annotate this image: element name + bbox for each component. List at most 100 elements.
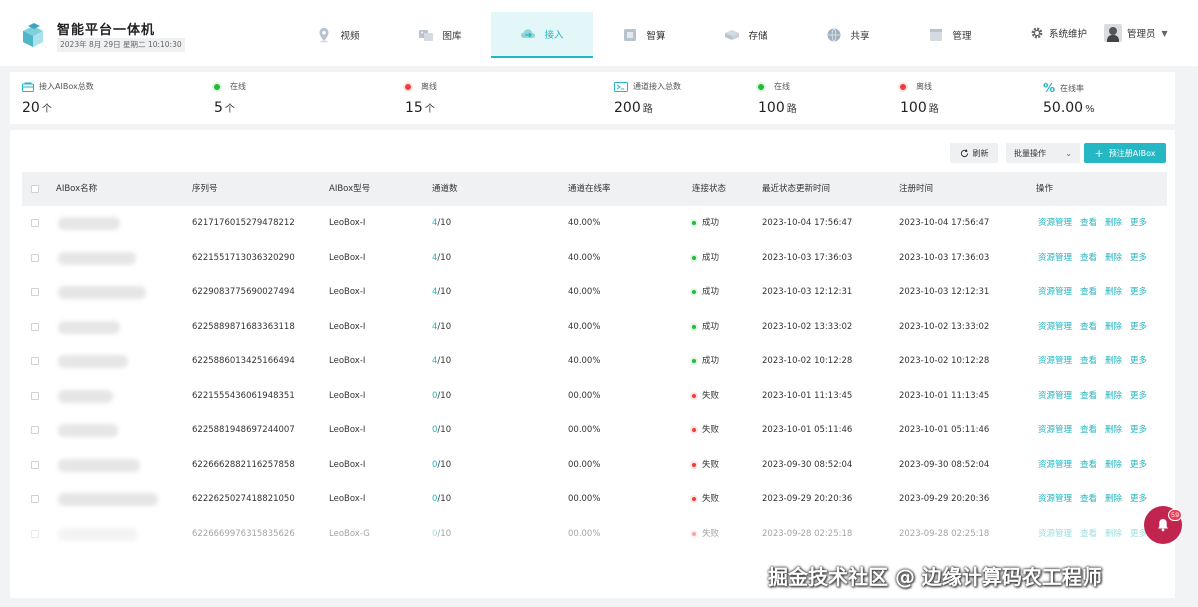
- view-link[interactable]: 查看: [1080, 322, 1097, 332]
- nav-access[interactable]: 接入: [491, 12, 593, 58]
- top-bar: 智能平台一体机 2023年 8月 29日 星期二 10:10:30 视频 图库 …: [0, 0, 1198, 66]
- resource-manage-link[interactable]: 资源管理: [1038, 460, 1072, 470]
- serial-cell: 6221551713036320290: [192, 252, 295, 263]
- batch-label: 批量操作: [1014, 148, 1046, 158]
- compute-icon: [624, 29, 637, 41]
- serial-cell: 6229083775690027494: [192, 287, 295, 297]
- status-text: 成功: [702, 321, 720, 332]
- more-link[interactable]: 更多: [1130, 460, 1147, 470]
- resource-manage-link[interactable]: 资源管理: [1038, 494, 1072, 504]
- total-channels: /10: [437, 287, 452, 297]
- nav-video[interactable]: 视频: [287, 12, 389, 58]
- view-link[interactable]: 查看: [1080, 494, 1097, 504]
- more-link[interactable]: 更多: [1130, 391, 1147, 401]
- more-link[interactable]: 更多: [1130, 356, 1147, 366]
- row-checkbox[interactable]: [31, 495, 39, 503]
- updated-cell: 2023-09-30 08:52:04: [762, 459, 853, 470]
- resource-manage-link[interactable]: 资源管理: [1038, 253, 1072, 263]
- col-actions: 操作: [1036, 184, 1054, 194]
- select-all-checkbox[interactable]: [31, 185, 39, 193]
- view-link[interactable]: 查看: [1080, 253, 1097, 263]
- view-link[interactable]: 查看: [1080, 425, 1097, 435]
- pre-register-aibox-button[interactable]: + 预注册AIBox: [1084, 143, 1166, 163]
- table-row: 6222625027418821050 LeoBox-I 0/10 00.00% 失败 2…: [22, 482, 1167, 517]
- view-link[interactable]: 查看: [1080, 460, 1097, 470]
- stat-label: 离线: [421, 82, 437, 91]
- row-checkbox[interactable]: [31, 529, 39, 538]
- more-link[interactable]: 更多: [1130, 218, 1147, 228]
- resource-manage-link[interactable]: 资源管理: [1038, 287, 1072, 297]
- resource-manage-link[interactable]: 资源管理: [1038, 356, 1072, 366]
- view-link[interactable]: 查看: [1080, 529, 1097, 539]
- row-checkbox[interactable]: [31, 460, 39, 469]
- view-link[interactable]: 查看: [1080, 356, 1097, 366]
- delete-link[interactable]: 删除: [1105, 391, 1122, 401]
- more-link[interactable]: 更多: [1130, 322, 1147, 332]
- system-maintenance-button[interactable]: 系统维护: [1030, 26, 1087, 40]
- serial-cell: 6221555436061948351: [192, 390, 295, 401]
- view-link[interactable]: 查看: [1080, 287, 1097, 297]
- status-cell: 成功: [692, 206, 719, 241]
- status-dot: [692, 290, 696, 295]
- date-time: 2023年 8月 29日 星期二 10:10:30: [57, 38, 185, 52]
- batch-operation-select[interactable]: 批量操作 ⌄: [1006, 143, 1080, 163]
- plus-icon: +: [1094, 146, 1104, 160]
- stat-value: 100: [900, 100, 927, 116]
- resource-manage-link[interactable]: 资源管理: [1038, 391, 1072, 401]
- row-checkbox[interactable]: [31, 426, 39, 434]
- row-actions: 资源管理 查看 删除 更多: [1038, 379, 1155, 414]
- more-link[interactable]: 更多: [1130, 425, 1147, 435]
- refresh-button[interactable]: 刷新: [950, 143, 998, 163]
- stat-value: 15: [405, 100, 423, 116]
- user-menu[interactable]: 管理员 ▼: [1104, 24, 1168, 42]
- channels-cell: 4/10: [432, 275, 451, 310]
- col-registered: 注册时间: [899, 184, 934, 194]
- view-link[interactable]: 查看: [1080, 391, 1097, 401]
- delete-link[interactable]: 删除: [1105, 460, 1122, 470]
- serial-cell: 6225886013425166494: [192, 356, 295, 366]
- serial-cell: 6217176015279478212: [192, 218, 295, 228]
- delete-link[interactable]: 删除: [1105, 253, 1122, 263]
- view-link[interactable]: 查看: [1080, 218, 1097, 228]
- row-checkbox[interactable]: [31, 288, 39, 296]
- row-checkbox[interactable]: [31, 322, 39, 331]
- row-actions: 资源管理 查看 删除 更多: [1038, 448, 1155, 483]
- resource-manage-link[interactable]: 资源管理: [1038, 529, 1072, 539]
- delete-link[interactable]: 删除: [1105, 356, 1122, 366]
- delete-link[interactable]: 删除: [1105, 425, 1122, 435]
- rate-cell: 00.00%: [568, 390, 601, 401]
- manage-icon: [930, 29, 943, 41]
- resource-manage-link[interactable]: 资源管理: [1038, 425, 1072, 435]
- nav-share[interactable]: 共享: [797, 12, 899, 58]
- nav-gallery[interactable]: 图库: [389, 12, 491, 58]
- nav-manage[interactable]: 管理: [899, 12, 1001, 58]
- delete-link[interactable]: 删除: [1105, 322, 1122, 332]
- row-checkbox[interactable]: [31, 357, 39, 365]
- main-nav: 视频 图库 接入 智算 存储 共享 管理: [287, 12, 1001, 60]
- delete-link[interactable]: 删除: [1105, 287, 1122, 297]
- col-model: AIBox型号: [329, 184, 371, 194]
- more-link[interactable]: 更多: [1130, 287, 1147, 297]
- total-channels: /10: [437, 252, 452, 263]
- nav-storage[interactable]: 存储: [695, 12, 797, 58]
- delete-link[interactable]: 删除: [1105, 218, 1122, 228]
- resource-manage-link[interactable]: 资源管理: [1038, 322, 1072, 332]
- nav-storage-label: 存储: [748, 31, 768, 42]
- more-link[interactable]: 更多: [1130, 494, 1147, 504]
- row-checkbox[interactable]: [31, 219, 39, 227]
- row-checkbox[interactable]: [31, 253, 39, 262]
- stat-label: 离线: [916, 82, 932, 91]
- resource-manage-link[interactable]: 资源管理: [1038, 218, 1072, 228]
- nav-compute[interactable]: 智算: [593, 12, 695, 58]
- col-status: 连接状态: [692, 184, 727, 194]
- status-text: 成功: [702, 356, 720, 366]
- channels-cell: 0/10: [432, 517, 451, 552]
- row-checkbox[interactable]: [31, 391, 39, 400]
- rate-cell: 00.00%: [568, 459, 601, 470]
- status-cell: 成功: [692, 241, 719, 276]
- more-link[interactable]: 更多: [1130, 253, 1147, 263]
- registered-cell: 2023-10-03 17:36:03: [899, 252, 990, 263]
- delete-link[interactable]: 删除: [1105, 529, 1122, 539]
- total-channels: /10: [437, 218, 452, 228]
- delete-link[interactable]: 删除: [1105, 494, 1122, 504]
